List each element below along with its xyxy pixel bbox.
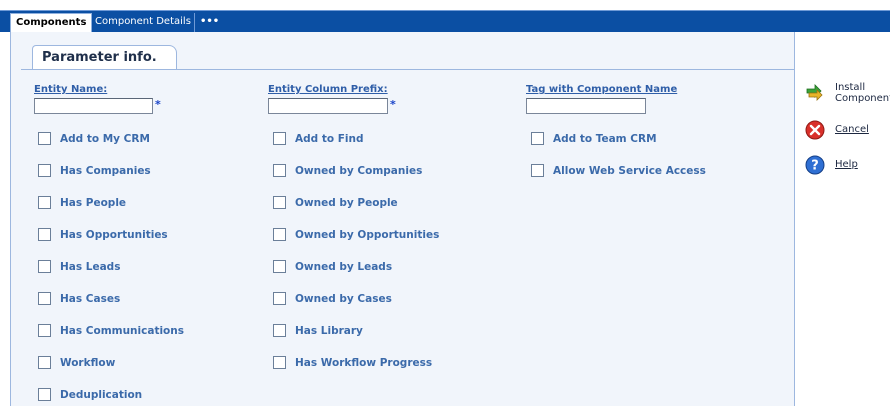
section-divider [21, 69, 795, 70]
checkbox-label: Owned by Companies [295, 164, 423, 177]
checkbox-label: Has Opportunities [60, 228, 168, 241]
checkbox-box[interactable] [38, 164, 51, 177]
entity-column-prefix-required-mark: * [390, 98, 396, 111]
checkbox-label: Add to My CRM [60, 132, 150, 145]
tab-components[interactable]: Components [10, 13, 93, 33]
checkbox-has-cases[interactable]: Has Cases [38, 292, 120, 305]
checkbox-has-opportunities[interactable]: Has Opportunities [38, 228, 168, 241]
checkbox-label: Has Library [295, 324, 363, 337]
checkbox-box[interactable] [38, 196, 51, 209]
checkbox-label: Owned by People [295, 196, 398, 209]
tag-with-component-name-input[interactable] [526, 98, 646, 114]
checkbox-box[interactable] [273, 132, 286, 145]
checkbox-label: Owned by Cases [295, 292, 392, 305]
checkbox-has-library[interactable]: Has Library [273, 324, 363, 337]
checkbox-add-to-find[interactable]: Add to Find [273, 132, 363, 145]
checkbox-box[interactable] [273, 228, 286, 241]
checkbox-label: Allow Web Service Access [553, 164, 706, 177]
checkbox-box[interactable] [531, 164, 544, 177]
checkbox-box[interactable] [273, 356, 286, 369]
checkbox-owned-by-leads[interactable]: Owned by Leads [273, 260, 392, 273]
main-panel: Parameter info. Entity Name: * Entity Co… [10, 32, 795, 406]
checkbox-box[interactable] [273, 196, 286, 209]
checkbox-label: Has Leads [60, 260, 121, 273]
cancel-button[interactable]: Cancel [805, 120, 869, 140]
entity-name-label: Entity Name: [34, 84, 108, 95]
checkbox-has-companies[interactable]: Has Companies [38, 164, 151, 177]
checkbox-has-leads[interactable]: Has Leads [38, 260, 120, 273]
checkbox-box[interactable] [38, 388, 51, 401]
checkbox-box[interactable] [531, 132, 544, 145]
cancel-label: Cancel [835, 124, 869, 135]
checkbox-deduplication[interactable]: Deduplication [38, 388, 142, 401]
checkbox-label: Has Communications [60, 324, 184, 337]
checkbox-box[interactable] [38, 132, 51, 145]
cancel-x-icon [805, 120, 825, 140]
checkbox-allow-web-service-access[interactable]: Allow Web Service Access [531, 164, 706, 177]
checkbox-owned-by-cases[interactable]: Owned by Cases [273, 292, 392, 305]
checkbox-label: Workflow [60, 356, 116, 369]
help-question-icon: ? [805, 155, 825, 175]
checkbox-has-communications[interactable]: Has Communications [38, 324, 184, 337]
actions-pane: Install Component Cancel ? Help [795, 32, 890, 406]
checkbox-box[interactable] [38, 324, 51, 337]
checkbox-label: Add to Team CRM [553, 132, 657, 145]
checkbox-box[interactable] [273, 260, 286, 273]
tag-with-component-name-label: Tag with Component Name [526, 84, 678, 95]
checkbox-owned-by-people[interactable]: Owned by People [273, 196, 398, 209]
checkbox-box[interactable] [273, 292, 286, 305]
checkbox-has-people[interactable]: Has People [38, 196, 126, 209]
checkbox-box[interactable] [273, 324, 286, 337]
checkbox-box[interactable] [38, 292, 51, 305]
checkbox-label: Has Cases [60, 292, 121, 305]
install-component-button[interactable]: Install Component [805, 82, 890, 104]
install-component-label: Install Component [835, 82, 890, 104]
section-tab-parameter-info: Parameter info. [32, 45, 177, 70]
checkbox-label: Owned by Opportunities [295, 228, 440, 241]
checkbox-label: Has Workflow Progress [295, 356, 433, 369]
checkbox-label: Add to Find [295, 132, 364, 145]
checkbox-box[interactable] [38, 260, 51, 273]
checkbox-box[interactable] [38, 356, 51, 369]
checkbox-add-to-my-crm[interactable]: Add to My CRM [38, 132, 150, 145]
top-tab-bar: Components Component Details ••• [0, 10, 890, 33]
help-label: Help [835, 159, 858, 170]
checkbox-workflow[interactable]: Workflow [38, 356, 115, 369]
help-button[interactable]: ? Help [805, 155, 858, 175]
checkbox-label: Deduplication [60, 388, 143, 401]
checkbox-label: Owned by Leads [295, 260, 393, 273]
entity-name-required-mark: * [155, 98, 161, 111]
install-arrows-icon [806, 84, 823, 101]
checkbox-label: Has People [60, 196, 127, 209]
checkbox-box[interactable] [273, 164, 286, 177]
checkbox-label: Has Companies [60, 164, 151, 177]
tab-more-menu[interactable]: ••• [194, 13, 224, 33]
checkbox-owned-by-opportunities[interactable]: Owned by Opportunities [273, 228, 439, 241]
entity-name-input[interactable] [34, 98, 153, 114]
checkbox-box[interactable] [38, 228, 51, 241]
checkbox-add-to-team-crm[interactable]: Add to Team CRM [531, 132, 657, 145]
tab-component-details[interactable]: Component Details [90, 13, 196, 33]
entity-column-prefix-label: Entity Column Prefix: [268, 84, 388, 95]
checkbox-has-workflow-progress[interactable]: Has Workflow Progress [273, 356, 432, 369]
svg-text:?: ? [811, 159, 819, 174]
entity-column-prefix-input[interactable] [268, 98, 388, 114]
checkbox-owned-by-companies[interactable]: Owned by Companies [273, 164, 422, 177]
